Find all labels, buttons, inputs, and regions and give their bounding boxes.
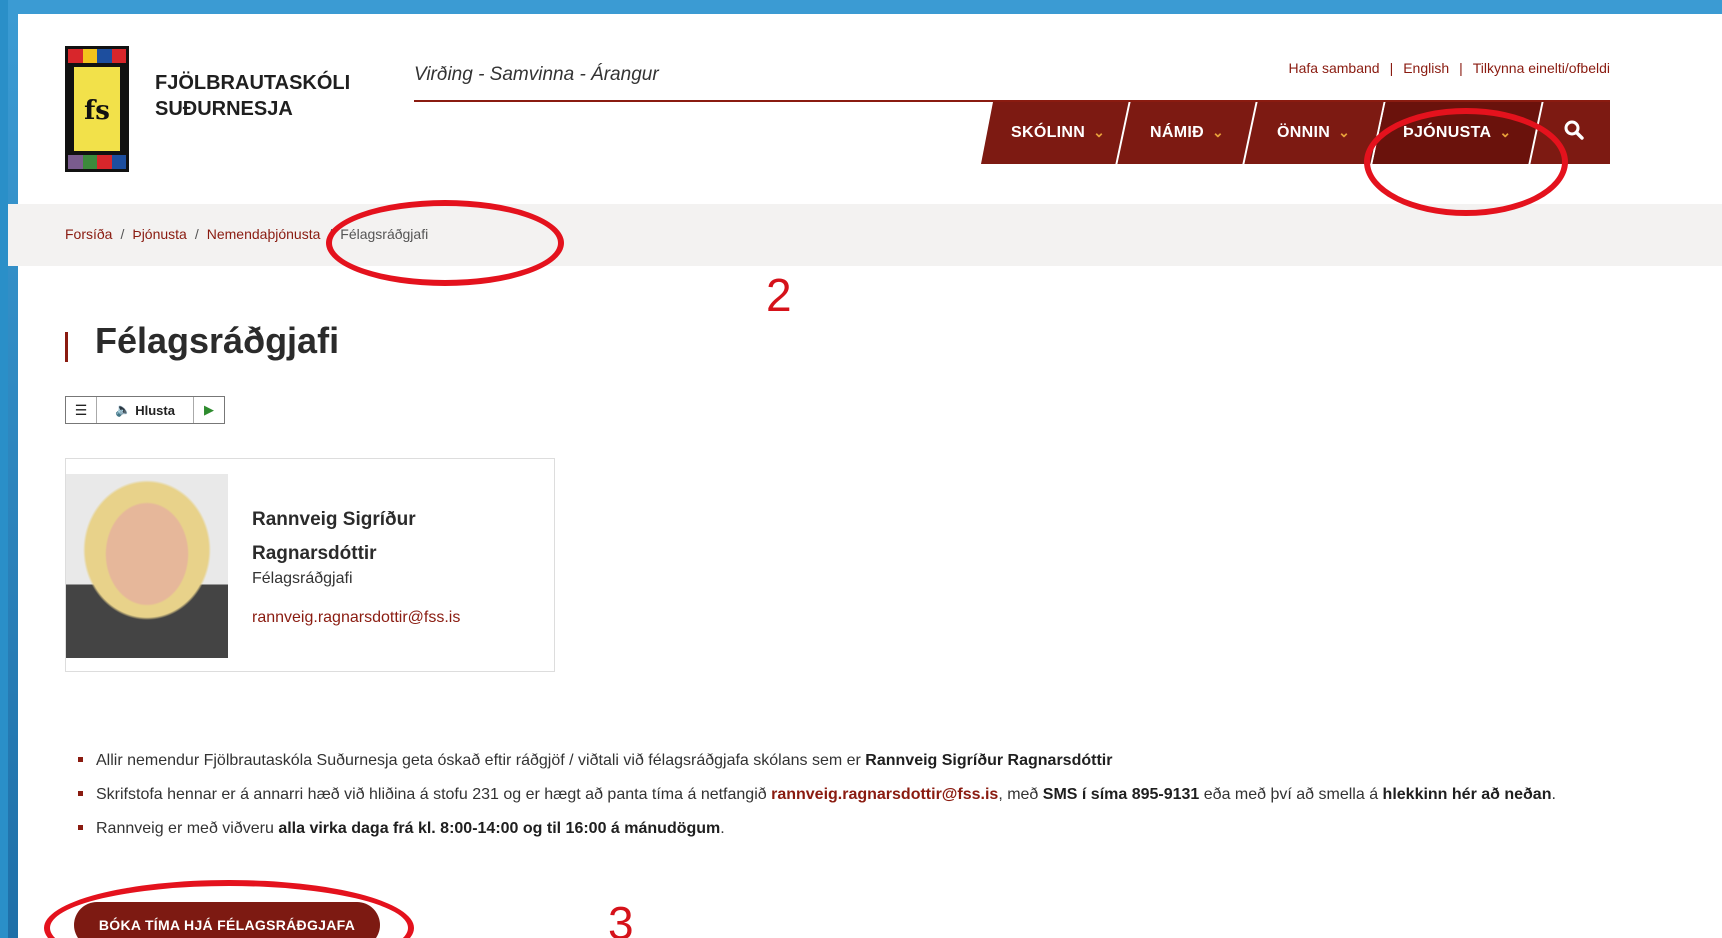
top-links: Hafa samband | English | Tilkynna einelti/of… bbox=[1289, 60, 1611, 76]
list-item-text: Rannveig er með viðveru bbox=[96, 820, 279, 837]
list-item-text: , með bbox=[998, 786, 1043, 803]
link-separator: | bbox=[1389, 60, 1394, 76]
nav-item-skolinn[interactable]: SKÓLINN ⌄ bbox=[981, 102, 1131, 164]
list-item: Rannveig er með viðveru alla virka daga … bbox=[78, 814, 1618, 843]
list-item-bold: SMS í síma 895-9131 bbox=[1042, 786, 1200, 803]
info-list: Allir nemendur Fjölbrautaskóla Suðurnesj… bbox=[78, 746, 1618, 848]
menu-icon[interactable]: ☰ bbox=[66, 397, 97, 423]
slide-frame: fs FJÖLBRAUTASKÓLI SUÐURNESJA Virðing - … bbox=[8, 0, 1722, 938]
contact-link[interactable]: Hafa samband bbox=[1289, 60, 1380, 76]
list-item-bold: alla virka daga frá kl. 8:00-14:00 og ti… bbox=[278, 820, 721, 837]
nav-item-label: ÖNNIN bbox=[1277, 124, 1331, 141]
staff-role: Félagsráðgjafi bbox=[252, 570, 353, 587]
list-item-bold: Rannveig Sigríður Ragnarsdóttir bbox=[865, 752, 1113, 769]
contact-card: Rannveig Sigríður Ragnarsdóttir Félagsrá… bbox=[65, 458, 555, 672]
annotation-number-3: 3 bbox=[608, 897, 634, 938]
page-title: Félagsráðgjafi bbox=[65, 320, 339, 362]
breadcrumb-separator: / bbox=[194, 226, 199, 242]
listen-label: Hlusta bbox=[135, 402, 175, 418]
school-name[interactable]: FJÖLBRAUTASKÓLI SUÐURNESJA bbox=[155, 70, 350, 122]
header-divider bbox=[414, 100, 1610, 102]
chevron-down-icon: ⌄ bbox=[1211, 124, 1224, 140]
school-logo[interactable]: fs bbox=[65, 46, 129, 172]
annotation-circle-button bbox=[44, 880, 414, 938]
speaker-icon: 🔈 bbox=[115, 402, 132, 417]
link-separator: | bbox=[1459, 60, 1463, 76]
nav-item-namid[interactable]: NÁMIÐ ⌄ bbox=[1117, 102, 1258, 164]
listen-button[interactable]: 🔈 Hlusta bbox=[97, 397, 193, 423]
nav-item-label: NÁMIÐ bbox=[1149, 124, 1204, 141]
search-icon bbox=[1564, 120, 1584, 146]
list-item-text: . bbox=[720, 820, 725, 837]
annotation-circle-breadcrumb bbox=[326, 200, 564, 286]
breadcrumb-nemendathjonusta[interactable]: Nemendaþjónusta bbox=[207, 226, 321, 242]
list-item-text: Skrifstofa hennar er á annarri hæð við h… bbox=[96, 786, 772, 803]
list-item-text: eða með því að smella á bbox=[1199, 786, 1383, 803]
nav-item-label: SKÓLINN bbox=[1011, 124, 1086, 141]
school-motto: Virðing - Samvinna - Árangur bbox=[414, 64, 659, 85]
list-item: Skrifstofa hennar er á annarri hæð við h… bbox=[78, 780, 1618, 809]
list-item-text: . bbox=[1551, 786, 1556, 803]
list-item: Allir nemendur Fjölbrautaskóla Suðurnesj… bbox=[78, 746, 1618, 775]
readspeaker-player: ☰ 🔈 Hlusta ▶ bbox=[65, 396, 225, 424]
logo-color-strip-bottom bbox=[68, 155, 126, 169]
chevron-down-icon: ⌄ bbox=[1093, 124, 1106, 140]
staff-name: Rannveig Sigríður Ragnarsdóttir bbox=[252, 509, 416, 564]
english-link[interactable]: English bbox=[1403, 60, 1449, 76]
breadcrumb-thjonusta[interactable]: Þjónusta bbox=[132, 226, 186, 242]
breadcrumb-home[interactable]: Forsíða bbox=[65, 226, 112, 242]
report-bullying-link[interactable]: Tilkynna einelti/ofbeldi bbox=[1473, 60, 1610, 76]
breadcrumb-separator: / bbox=[120, 226, 125, 242]
list-item-text: Allir nemendur Fjölbrautaskóla Suðurnesj… bbox=[96, 752, 866, 769]
annotation-number-2: 2 bbox=[766, 269, 792, 321]
logo-color-strip-top bbox=[68, 49, 126, 63]
play-icon[interactable]: ▶ bbox=[193, 397, 224, 423]
chevron-down-icon: ⌄ bbox=[1338, 124, 1351, 140]
list-item-bold: hlekkinn hér að neðan bbox=[1382, 786, 1552, 803]
staff-email-link[interactable]: rannveig.ragnarsdottir@fss.is bbox=[252, 609, 460, 627]
email-link[interactable]: rannveig.ragnarsdottir@fss.is bbox=[771, 786, 998, 803]
logo-emblem: fs bbox=[74, 67, 120, 151]
school-name-line2: SUÐURNESJA bbox=[155, 98, 293, 120]
annotation-circle-nav bbox=[1364, 108, 1568, 216]
staff-photo bbox=[66, 474, 228, 658]
school-name-line1: FJÖLBRAUTASKÓLI bbox=[155, 72, 351, 94]
